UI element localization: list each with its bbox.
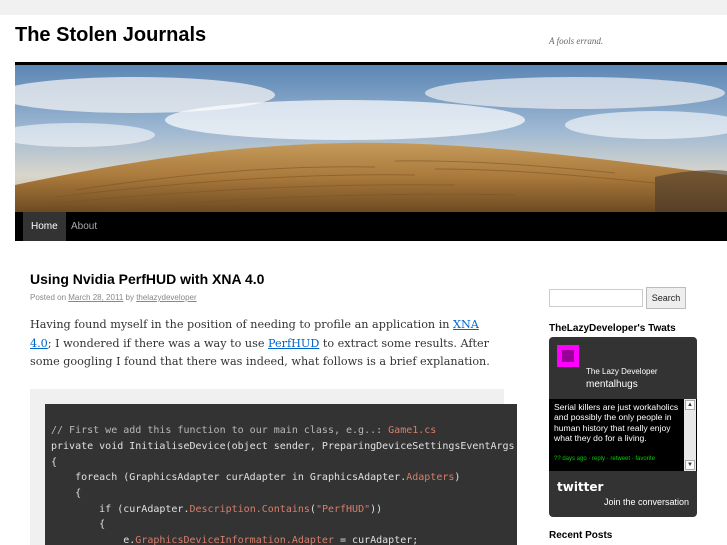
avatar-pattern: [562, 350, 574, 362]
search-input[interactable]: [549, 289, 643, 307]
nav-home[interactable]: Home: [23, 212, 66, 241]
code-line: // First we add this function to our mai…: [51, 425, 436, 436]
code-line: {: [51, 519, 106, 530]
site-title[interactable]: The Stolen Journals: [15, 24, 206, 47]
twitter-handle[interactable]: mentalhugs: [586, 379, 638, 390]
join-conversation-link[interactable]: Join the conversation: [604, 497, 689, 507]
code-line: {: [51, 488, 82, 499]
code-text: )): [370, 504, 383, 515]
recent-posts-title: Recent Posts: [549, 530, 613, 541]
scroll-down-icon[interactable]: ▼: [685, 460, 695, 470]
code-comment: // First we add this function to our mai…: [51, 425, 389, 436]
code-text: e.: [51, 535, 136, 545]
code-keyword: Description.Contains: [189, 504, 310, 515]
code-keyword: Adapters: [406, 472, 455, 483]
twitter-widget-title: TheLazyDeveloper's Twats: [549, 323, 676, 334]
tweet-text: Serial killers are just workaholics and …: [554, 402, 679, 444]
tweet-actions[interactable]: ?? days ago · reply · retweet · favorite: [554, 456, 655, 462]
code-text: ): [454, 472, 461, 483]
main-nav-bar: Home About: [15, 212, 727, 241]
tweet-list[interactable]: Serial killers are just workaholics and …: [549, 399, 697, 471]
post-title[interactable]: Using Nvidia PerfHUD with XNA 4.0: [30, 271, 264, 287]
scroll-up-icon[interactable]: ▲: [685, 400, 695, 410]
meta-posted-on: Posted on: [30, 293, 67, 302]
code-keyword: GraphicsDeviceInformation.Adapter: [135, 535, 334, 545]
meta-by: by: [125, 293, 134, 302]
code-filename: Game1.cs: [388, 425, 437, 436]
code-text: = curAdapter;: [333, 535, 419, 545]
code-line: e.GraphicsDeviceInformation.Adapter = cu…: [51, 535, 418, 545]
body-text: ; I wondered if there was a way to use: [47, 336, 269, 350]
post-meta: Posted on March 28, 2011 by thelazydevel…: [30, 293, 197, 302]
meta-date-link[interactable]: March 28, 2011: [68, 293, 123, 302]
code-line: {: [51, 457, 58, 468]
search-button[interactable]: Search: [646, 287, 686, 309]
code-string: "PerfHUD": [315, 504, 371, 515]
code-text: foreach (GraphicsAdapter curAdapter in G…: [51, 472, 407, 483]
nav-about[interactable]: About: [63, 212, 105, 241]
avatar[interactable]: [557, 345, 579, 367]
perfhud-link[interactable]: PerfHUD: [268, 337, 319, 350]
body-text: Having found myself in the position of n…: [30, 318, 454, 331]
meta-author-link[interactable]: thelazydeveloper: [136, 293, 196, 302]
twitter-display-name[interactable]: The Lazy Developer: [586, 367, 658, 376]
post-body: Having found myself in the position of n…: [30, 316, 500, 372]
tweet-scrollbar[interactable]: ▲ ▼: [684, 399, 696, 471]
site-description: A fools errand.: [549, 36, 604, 46]
twitter-widget: The Lazy Developer mentalhugs Serial kil…: [549, 337, 697, 517]
code-block: // First we add this function to our mai…: [45, 404, 517, 545]
code-line: if (curAdapter.Description.Contains("Per…: [51, 504, 382, 515]
code-line: foreach (GraphicsAdapter curAdapter in G…: [51, 472, 460, 483]
code-text: if (curAdapter.: [51, 504, 190, 515]
code-line: private void InitialiseDevice(object sen…: [51, 441, 517, 452]
twitter-logo-icon[interactable]: twitter: [557, 480, 603, 494]
header-image: [15, 65, 727, 212]
